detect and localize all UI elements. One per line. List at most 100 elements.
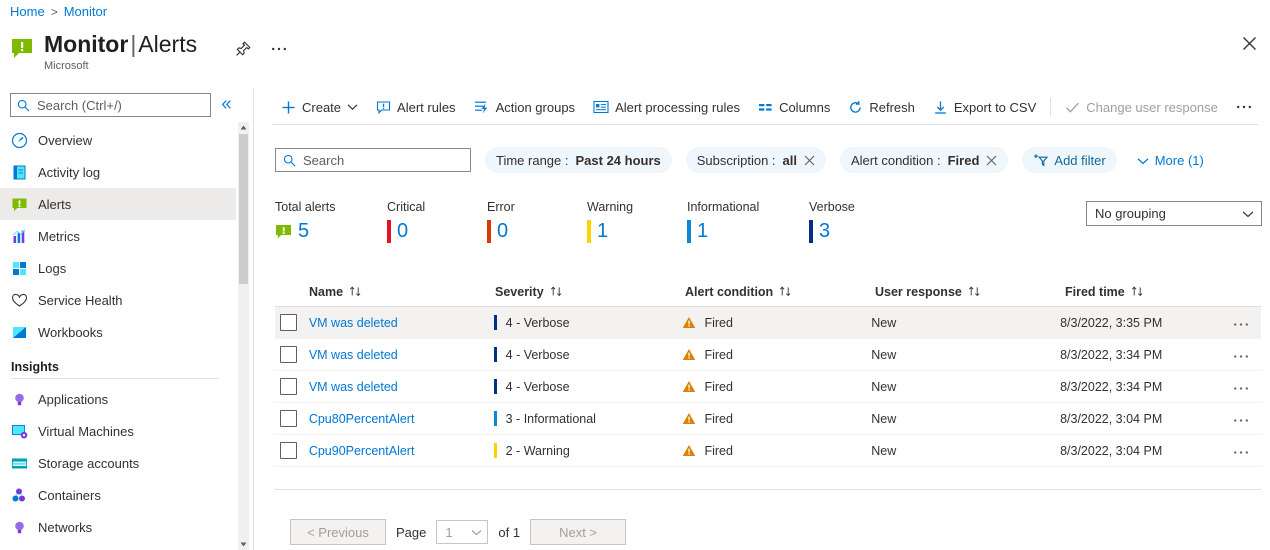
sidebar-item-applications[interactable]: Applications [0, 383, 236, 415]
condition-label: Fired [704, 347, 733, 362]
change-user-response-button[interactable]: Change user response [1056, 92, 1227, 122]
row-ellipsis-icon[interactable] [1229, 443, 1253, 458]
sidebar-item-metrics[interactable]: Metrics [0, 220, 236, 252]
pin-icon[interactable] [232, 38, 254, 60]
sidebar-item-workbooks[interactable]: Workbooks [0, 316, 236, 348]
severity-bar-error [487, 220, 491, 243]
remove-filter-icon[interactable] [986, 155, 997, 166]
plus-icon [281, 100, 296, 115]
more-filters-button[interactable]: More (1) [1131, 152, 1210, 169]
row-ellipsis-icon[interactable] [1229, 379, 1253, 394]
row-checkbox[interactable] [280, 314, 297, 331]
search-icon [17, 99, 30, 112]
column-header-severity[interactable]: Severity [495, 285, 685, 299]
row-checkbox[interactable] [280, 378, 297, 395]
sidebar-item-alerts[interactable]: Alerts [0, 188, 236, 220]
alert-name-link[interactable]: Cpu80PercentAlert [309, 412, 415, 426]
filter-pill-alert-condition[interactable]: Alert condition : Fired [840, 147, 1009, 173]
add-filter-button[interactable]: Add filter [1022, 147, 1117, 173]
export-to-csv-button[interactable]: Export to CSV [924, 92, 1045, 122]
sidebar-scrollbar[interactable] [238, 122, 249, 550]
row-ellipsis-icon[interactable] [1229, 315, 1253, 330]
columns-button[interactable]: Columns [749, 92, 839, 122]
summary-tile-total-alerts[interactable]: Total alerts 5 [275, 200, 387, 243]
column-header-user-response[interactable]: User response [875, 285, 1065, 299]
close-icon[interactable] [1239, 33, 1260, 54]
page-title-main: Monitor [44, 31, 129, 57]
table-row[interactable]: VM was deleted 4 - Verbose Fired New 8/3… [275, 371, 1261, 403]
header-ellipsis-icon[interactable] [268, 43, 290, 55]
severity-label: 4 - Verbose [505, 379, 570, 394]
filter-pill-time-range[interactable]: Time range : Past 24 hours [485, 147, 672, 173]
command-overflow-button[interactable] [1227, 92, 1261, 122]
grouping-dropdown[interactable]: No grouping [1086, 201, 1262, 226]
cell-fired-time: 8/3/2022, 3:04 PM [1060, 443, 1163, 458]
sidebar-search-input[interactable] [35, 95, 200, 115]
action-groups-button[interactable]: Action groups [465, 92, 585, 122]
sidebar-item-overview[interactable]: Overview [0, 124, 236, 156]
page-title-divider: | [130, 31, 137, 57]
refresh-button[interactable]: Refresh [839, 92, 924, 122]
sidebar-item-service-health[interactable]: Service Health [0, 284, 236, 316]
row-checkbox[interactable] [280, 346, 297, 363]
row-ellipsis-icon[interactable] [1229, 411, 1253, 426]
row-ellipsis-icon[interactable] [1229, 347, 1253, 362]
alerts-search-box[interactable] [275, 148, 471, 172]
severity-indicator [493, 411, 497, 426]
sidebar-scroll-thumb[interactable] [239, 134, 248, 284]
sidebar-item-networks[interactable]: Networks [0, 511, 236, 543]
sidebar-item-logs[interactable]: Logs [0, 252, 236, 284]
filter-pill-subscription[interactable]: Subscription : all [685, 147, 826, 173]
alert-name-link[interactable]: VM was deleted [309, 348, 398, 362]
alert-green-icon [10, 36, 34, 60]
cell-fired-time: 8/3/2022, 3:04 PM [1060, 411, 1163, 426]
next-page-button[interactable]: Next > [530, 519, 627, 545]
summary-tile-informational[interactable]: Informational 1 [687, 200, 809, 243]
sidebar-item-label: Virtual Machines [38, 423, 134, 439]
cell-actions [1229, 411, 1261, 426]
alert-rules-button[interactable]: Alert rules [367, 92, 465, 122]
scroll-up-icon[interactable] [238, 122, 249, 133]
column-header-name[interactable]: Name [309, 285, 495, 299]
sidebar-item-virtual-machines[interactable]: Virtual Machines [0, 415, 236, 447]
sidebar-item-containers[interactable]: Containers [0, 479, 236, 511]
sidebar-item-activity-log[interactable]: Activity log [0, 156, 236, 188]
alert-name-link[interactable]: VM was deleted [309, 380, 398, 394]
alert-processing-rules-button[interactable]: Alert processing rules [584, 92, 749, 122]
alerts-search-input[interactable] [301, 150, 456, 170]
alert-name-link[interactable]: VM was deleted [309, 316, 398, 330]
summary-tile-verbose[interactable]: Verbose 3 [809, 200, 909, 243]
severity-bar-warning [587, 220, 591, 243]
table-row[interactable]: VM was deleted 4 - Verbose Fired New 8/3… [275, 307, 1261, 339]
overview-gauge-icon [11, 132, 28, 149]
breadcrumb-monitor[interactable]: Monitor [64, 4, 107, 19]
scroll-down-icon[interactable] [238, 539, 249, 550]
sort-updown-icon [550, 286, 563, 297]
networks-bulb-icon [11, 519, 28, 536]
table-row[interactable]: Cpu80PercentAlert 3 - Informational Fire… [275, 403, 1261, 435]
warning-triangle-icon [682, 444, 696, 457]
severity-label: 3 - Informational [505, 411, 596, 426]
column-header-fired-time[interactable]: Fired time [1065, 285, 1235, 299]
create-button[interactable]: Create [272, 92, 367, 122]
sidebar-item-storage-accounts[interactable]: Storage accounts [0, 447, 236, 479]
page-number-select[interactable]: 1 [436, 520, 489, 544]
alert-green-icon [275, 223, 292, 240]
table-row[interactable]: VM was deleted 4 - Verbose Fired New 8/3… [275, 339, 1261, 371]
chevron-double-left-icon[interactable] [217, 96, 236, 115]
summary-tile-value: 1 [597, 220, 609, 242]
refresh-label: Refresh [869, 99, 915, 115]
remove-filter-icon[interactable] [804, 155, 815, 166]
row-checkbox[interactable] [280, 410, 297, 427]
table-row[interactable]: Cpu90PercentAlert 2 - Warning Fired New … [275, 435, 1261, 467]
previous-page-button[interactable]: < Previous [290, 519, 386, 545]
summary-tile-error[interactable]: Error 0 [487, 200, 587, 243]
row-checkbox[interactable] [280, 442, 297, 459]
breadcrumb-home[interactable]: Home [10, 4, 45, 19]
alert-name-link[interactable]: Cpu90PercentAlert [309, 444, 415, 458]
sidebar-search-box[interactable] [10, 93, 211, 117]
column-header-alert-condition[interactable]: Alert condition [685, 285, 875, 299]
summary-tile-critical[interactable]: Critical 0 [387, 200, 487, 243]
cell-name: Cpu80PercentAlert [309, 412, 494, 426]
summary-tile-warning[interactable]: Warning 1 [587, 200, 687, 243]
